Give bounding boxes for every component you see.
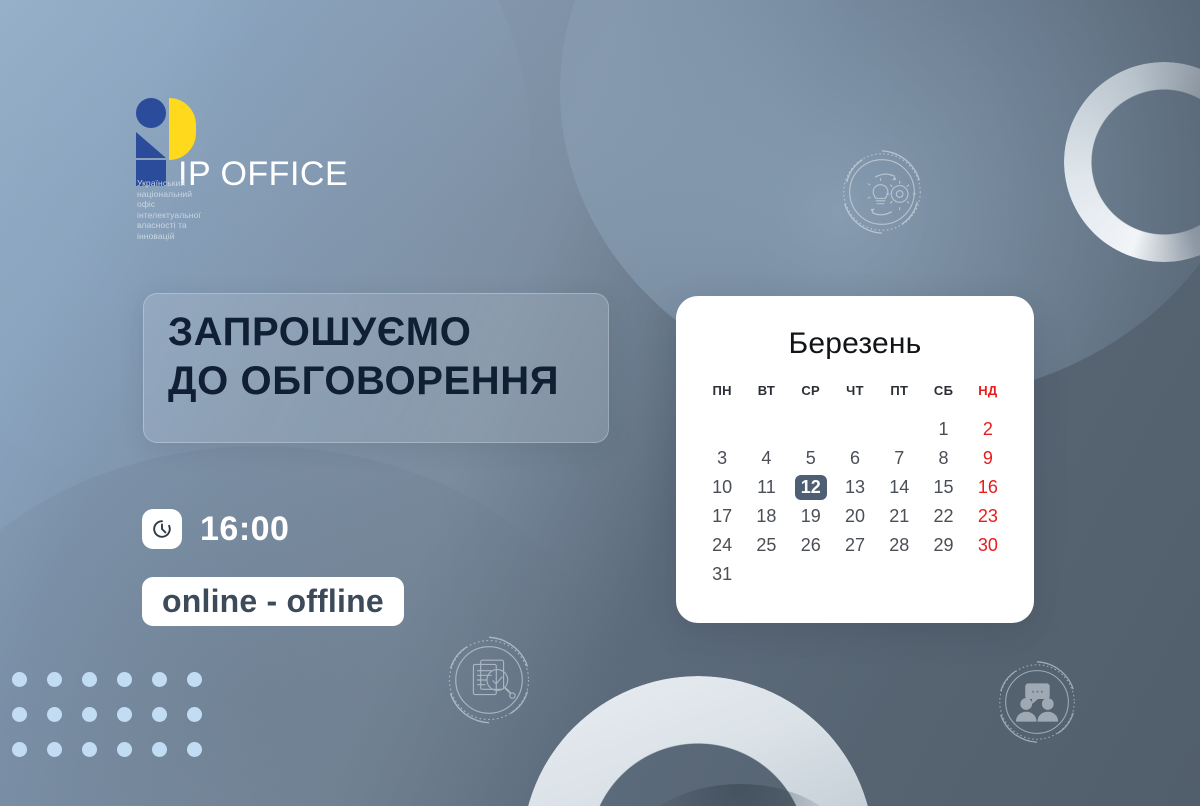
calendar-day[interactable]: 23 <box>966 502 1010 531</box>
calendar-day-empty <box>744 415 788 444</box>
calendar-day-empty <box>789 560 833 589</box>
calendar-day-empty <box>966 560 1010 589</box>
calendar-day[interactable]: 15 <box>921 473 965 502</box>
calendar-day-empty <box>877 560 921 589</box>
calendar-day-empty <box>744 560 788 589</box>
event-time: 16:00 <box>200 509 290 548</box>
calendar-weekday-fri: ПТ <box>890 383 909 398</box>
calendar-day[interactable]: 13 <box>833 473 877 502</box>
ip-office-logo: IP OFFICE Український національний офіс … <box>136 98 348 241</box>
logo-tagline: Український національний офіс інтелектуа… <box>137 178 201 241</box>
calendar-day[interactable]: 20 <box>833 502 877 531</box>
calendar-weekday-tue: ВТ <box>757 383 776 398</box>
calendar-day[interactable]: 17 <box>700 502 744 531</box>
calendar-card: Березень ПН ВТ СР ЧТ ПТ СБ НД 1234567891… <box>676 296 1034 623</box>
calendar-day[interactable]: 16 <box>966 473 1010 502</box>
discussion-badge-icon <box>988 653 1086 751</box>
calendar-day[interactable]: 6 <box>833 444 877 473</box>
calendar-day[interactable]: 5 <box>789 444 833 473</box>
calendar-day-empty <box>833 560 877 589</box>
calendar-day-empty <box>921 560 965 589</box>
innovation-badge-icon <box>833 143 931 241</box>
calendar-day-selected[interactable]: 12 <box>789 473 833 502</box>
calendar-weekday-sat: СБ <box>933 383 954 398</box>
calendar-weekday-thu: ЧТ <box>846 383 864 398</box>
calendar-day[interactable]: 2 <box>966 415 1010 444</box>
calendar-day[interactable]: 29 <box>921 531 965 560</box>
calendar-day[interactable]: 25 <box>744 531 788 560</box>
calendar-day[interactable]: 24 <box>700 531 744 560</box>
calendar-weekday-wed: СР <box>801 383 821 398</box>
calendar-day[interactable]: 22 <box>921 502 965 531</box>
page-title: ЗАПРОШУЄМО ДО ОБГОВОРЕННЯ <box>168 310 560 403</box>
calendar-day-empty <box>700 415 744 444</box>
event-mode-label: online - offline <box>162 583 384 619</box>
logo-mark: IP OFFICE Український національний офіс … <box>136 98 348 241</box>
calendar-day-empty <box>833 415 877 444</box>
calendar-day[interactable]: 27 <box>833 531 877 560</box>
background-soft-bottom <box>0 446 640 806</box>
logo-dot-icon <box>136 98 166 128</box>
calendar-day[interactable]: 14 <box>877 473 921 502</box>
event-time-row: 16:00 <box>142 509 289 549</box>
logo-half-circle-icon <box>169 98 196 160</box>
document-review-badge-icon <box>437 628 541 732</box>
calendar-day[interactable]: 9 <box>966 444 1010 473</box>
calendar-day[interactable]: 21 <box>877 502 921 531</box>
calendar-weekday-sun: НД <box>978 383 998 398</box>
calendar-day[interactable]: 28 <box>877 531 921 560</box>
calendar-day[interactable]: 3 <box>700 444 744 473</box>
calendar-weekday-mon: ПН <box>712 383 732 398</box>
calendar-day-empty <box>877 415 921 444</box>
clock-icon <box>142 509 182 549</box>
calendar-day[interactable]: 8 <box>921 444 965 473</box>
calendar-month-title: Березень <box>788 327 922 360</box>
logo-triangle-icon <box>136 132 166 158</box>
calendar-day[interactable]: 7 <box>877 444 921 473</box>
calendar-day[interactable]: 26 <box>789 531 833 560</box>
calendar-day[interactable]: 1 <box>921 415 965 444</box>
calendar-day[interactable]: 30 <box>966 531 1010 560</box>
gradient-ring-top-right-icon <box>1064 62 1200 262</box>
dot-grid-decor <box>12 672 222 777</box>
poster-canvas: IP OFFICE Український національний офіс … <box>0 0 1200 806</box>
calendar-day[interactable]: 10 <box>700 473 744 502</box>
calendar-day[interactable]: 31 <box>700 560 744 589</box>
calendar-grid: ПН ВТ СР ЧТ ПТ СБ НД 1 2 3 4 5 6 7 8 9 10 11 12 13 14… <box>676 361 1034 589</box>
calendar-day[interactable]: 18 <box>744 502 788 531</box>
ring-bottom-shadow <box>630 784 850 806</box>
calendar-day-number: 12 <box>794 475 827 500</box>
event-mode-chip: online - offline <box>142 577 404 626</box>
calendar-day-empty <box>789 415 833 444</box>
calendar-day[interactable]: 11 <box>744 473 788 502</box>
calendar-day[interactable]: 19 <box>789 502 833 531</box>
calendar-day[interactable]: 4 <box>744 444 788 473</box>
large-ring-bottom-center-icon <box>522 676 874 806</box>
